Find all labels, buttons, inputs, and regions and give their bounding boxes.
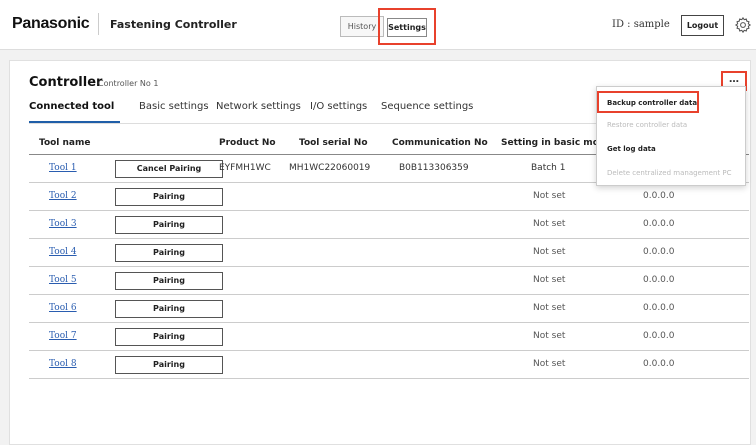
tab-connected-tool[interactable]: Connected tool xyxy=(29,101,114,112)
gear-icon[interactable] xyxy=(734,16,752,34)
ip-address: 0.0.0.0 xyxy=(643,331,675,341)
basic-mode-setting: Not set xyxy=(533,359,566,369)
table-row: Tool 4 Pairing Not set 0.0.0.0 xyxy=(29,239,749,267)
tool-link[interactable]: Tool 3 xyxy=(49,219,77,229)
col-tool-serial-no: Tool serial No xyxy=(299,138,368,148)
tool-link[interactable]: Tool 1 xyxy=(49,163,77,173)
settings-tab[interactable]: Settings xyxy=(387,18,427,37)
tool-link[interactable]: Tool 5 xyxy=(49,275,77,285)
pairing-button[interactable]: Pairing xyxy=(115,300,223,318)
tool-link[interactable]: Tool 2 xyxy=(49,191,77,201)
table-row: Tool 5 Pairing Not set 0.0.0.0 xyxy=(29,267,749,295)
tab-network-settings[interactable]: Network settings xyxy=(216,101,301,112)
col-product-no: Product No xyxy=(219,138,276,148)
tool-link[interactable]: Tool 8 xyxy=(49,359,77,369)
ip-address: 0.0.0.0 xyxy=(643,359,675,369)
tab-sequence-settings[interactable]: Sequence settings xyxy=(381,101,473,112)
col-tool-name: Tool name xyxy=(39,138,91,148)
tab-io-settings[interactable]: I/O settings xyxy=(310,101,367,112)
user-id-label: ID : sample xyxy=(612,19,670,30)
basic-mode-setting: Not set xyxy=(533,247,566,257)
more-options-menu: Backup controller data Restore controlle… xyxy=(596,86,746,186)
tool-link[interactable]: Tool 4 xyxy=(49,247,77,257)
pairing-button[interactable]: Pairing xyxy=(115,216,223,234)
ip-address: 0.0.0.0 xyxy=(643,247,675,257)
basic-mode-setting: Not set xyxy=(533,191,566,201)
logout-button[interactable]: Logout xyxy=(681,15,724,36)
table-row: Tool 7 Pairing Not set 0.0.0.0 xyxy=(29,323,749,351)
table-row: Tool 8 Pairing Not set 0.0.0.0 xyxy=(29,351,749,379)
menu-item-get-log[interactable]: Get log data xyxy=(597,138,745,160)
col-setting-basic-mode: Setting in basic mode xyxy=(501,138,612,148)
basic-mode-setting: Not set xyxy=(533,275,566,285)
ip-address: 0.0.0.0 xyxy=(643,219,675,229)
product-no: EYFMH1WC xyxy=(219,163,271,173)
cancel-pairing-button[interactable]: Cancel Pairing xyxy=(115,160,223,178)
tab-basic-settings[interactable]: Basic settings xyxy=(139,101,209,112)
communication-no: B0B113306359 xyxy=(399,163,469,173)
ip-address: 0.0.0.0 xyxy=(643,303,675,313)
top-header: Panasonic Fastening Controller History S… xyxy=(0,0,756,50)
menu-item-delete-pc: Delete centralized management PC xyxy=(607,169,732,177)
pairing-button[interactable]: Pairing xyxy=(115,244,223,262)
menu-item-restore: Restore controller data xyxy=(607,121,688,129)
ip-address: 0.0.0.0 xyxy=(643,275,675,285)
col-communication-no: Communication No xyxy=(392,138,488,148)
brand-divider xyxy=(98,13,99,35)
pairing-button[interactable]: Pairing xyxy=(115,356,223,374)
basic-mode-setting: Not set xyxy=(533,303,566,313)
basic-mode-setting: Not set xyxy=(533,219,566,229)
menu-item-backup[interactable]: Backup controller data xyxy=(597,92,745,114)
pairing-button[interactable]: Pairing xyxy=(115,328,223,346)
settings-tab-highlight: Settings xyxy=(378,8,436,45)
pairing-button[interactable]: Pairing xyxy=(115,272,223,290)
controller-number: Controller No 1 xyxy=(98,79,159,88)
tool-serial-no: MH1WC22060019 xyxy=(289,163,371,173)
tool-link[interactable]: Tool 6 xyxy=(49,303,77,313)
table-row: Tool 2 Pairing Not set 0.0.0.0 xyxy=(29,183,749,211)
app-title: Fastening Controller xyxy=(110,18,237,31)
basic-mode-setting: Batch 1 xyxy=(531,163,566,173)
tool-link[interactable]: Tool 7 xyxy=(49,331,77,341)
pairing-button[interactable]: Pairing xyxy=(115,188,223,206)
tabs-divider xyxy=(29,123,609,124)
card-title: Controller xyxy=(29,75,103,90)
table-row: Tool 3 Pairing Not set 0.0.0.0 xyxy=(29,211,749,239)
ip-address: 0.0.0.0 xyxy=(643,191,675,201)
basic-mode-setting: Not set xyxy=(533,331,566,341)
brand-logo: Panasonic xyxy=(12,15,90,32)
table-row: Tool 6 Pairing Not set 0.0.0.0 xyxy=(29,295,749,323)
